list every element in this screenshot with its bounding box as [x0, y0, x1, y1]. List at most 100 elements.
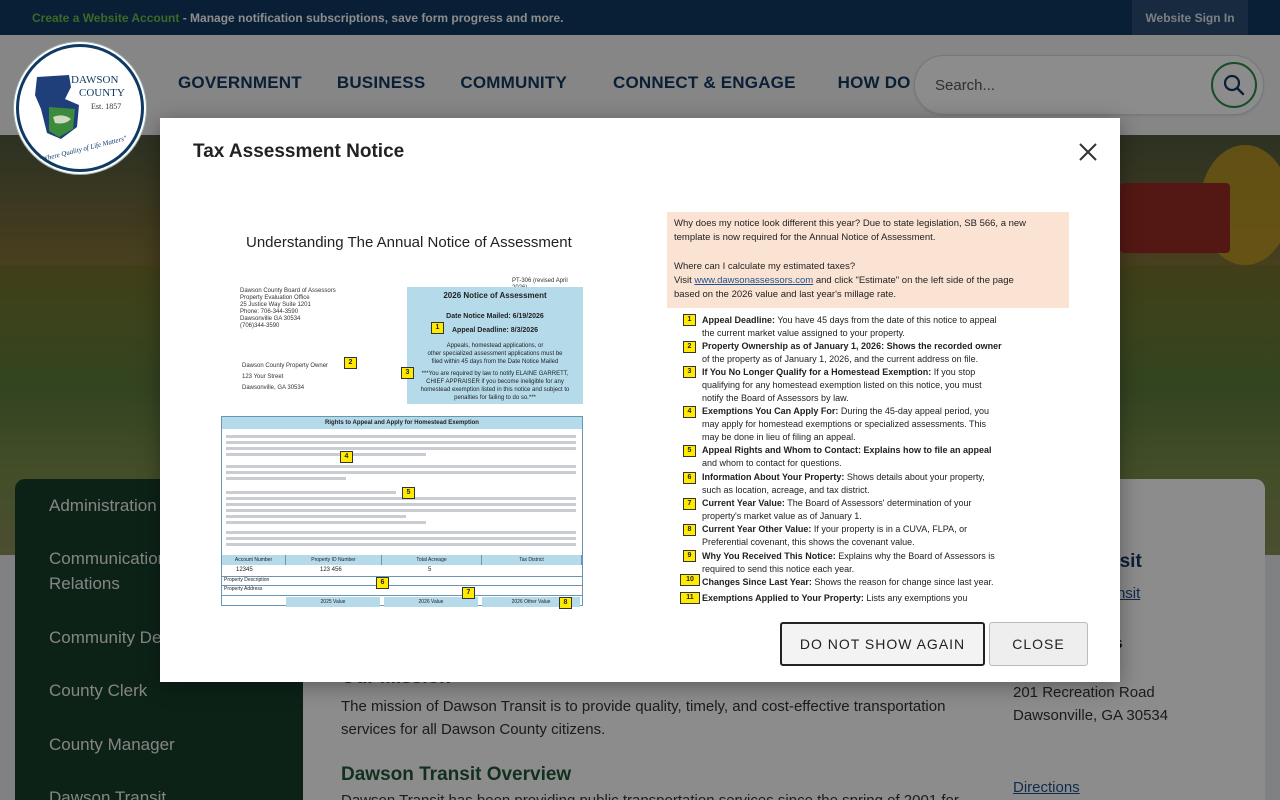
- item-badge: 4: [683, 406, 696, 418]
- item-title: Why You Received This Notice:: [702, 551, 836, 561]
- callout-badge: 5: [402, 487, 415, 499]
- close-button[interactable]: CLOSE: [989, 622, 1088, 666]
- table-header: Tax District: [482, 555, 582, 565]
- text-line: [226, 441, 576, 444]
- owner-line: Dawson County Property Owner: [242, 363, 329, 369]
- callout-badge: 7: [462, 587, 475, 599]
- row-label: Property Address: [224, 586, 263, 592]
- text-line: [226, 515, 406, 518]
- item-title: Changes Since Last Year:: [702, 577, 812, 587]
- item-text: notify the Board of Assessors by law.: [702, 393, 849, 403]
- text-line: [226, 509, 576, 512]
- table-header: Account Number: [222, 555, 286, 565]
- item-title: Appeal Rights and Whom to Contact: Expla…: [702, 445, 992, 455]
- faq-line: template is now required for the Annual …: [674, 232, 936, 243]
- text-line: [226, 521, 426, 524]
- item-title: Current Year Other Value:: [702, 524, 812, 534]
- faq-line: Visit www.dawsonassessors.com and click …: [674, 274, 1064, 288]
- county-logo[interactable]: DAWSON COUNTY Est. 1857 "Where Quality o…: [16, 44, 144, 172]
- callout-badge: 4: [340, 451, 353, 463]
- row-label: Property Description: [224, 577, 270, 583]
- explanation-item-6: Information About Your Property: Shows d…: [702, 471, 1062, 497]
- item-badge: 5: [683, 445, 696, 457]
- notice-box-line: other specialized assessment application…: [427, 351, 563, 357]
- explanation-item-10: Changes Since Last Year: Shows the reaso…: [702, 576, 1062, 589]
- property-table: Account Number Property ID Number Total …: [222, 555, 582, 609]
- callout-badge: 2: [344, 357, 357, 369]
- item-text: may apply for homestead exemptions or sp…: [702, 419, 986, 429]
- notice-heading: Understanding The Annual Notice of Asses…: [246, 234, 572, 251]
- text-line: [226, 447, 576, 450]
- text-line: [226, 543, 576, 546]
- rights-title: Rights to Appeal and Apply for Homestead…: [222, 417, 582, 429]
- notice-box-title: 2026 Notice of Assessment: [443, 291, 547, 300]
- item-badge: 11: [680, 592, 700, 604]
- text-line: [226, 503, 576, 506]
- rights-section: Rights to Appeal and Apply for Homestead…: [221, 416, 583, 609]
- explanation-item-8: Current Year Other Value: If your proper…: [702, 523, 1062, 549]
- logo-text-established: Est. 1857: [91, 102, 122, 111]
- explanation-item-5: Appeal Rights and Whom to Contact: Expla…: [702, 444, 1062, 470]
- item-text: The Board of Assessors' determination of…: [784, 498, 972, 508]
- text-line: [226, 491, 396, 494]
- explanation-item-1: Appeal Deadline: You have 45 days from t…: [702, 314, 1062, 340]
- office-line: Phone: 706-344-3590: [240, 309, 299, 315]
- text-line: [226, 435, 576, 438]
- item-badge: 1: [683, 314, 696, 326]
- notice-summary-box: 2026 Notice of Assessment Date Notice Ma…: [407, 287, 583, 404]
- property-id: 123 456: [320, 567, 342, 573]
- item-text: Explains why the Board of Assessors is: [835, 551, 995, 561]
- office-line: 25 Justice Way Suite 1201: [240, 302, 311, 308]
- notice-explanation: Why does my notice look different this y…: [667, 212, 1069, 604]
- item-text: and whom to contact for questions.: [702, 458, 842, 468]
- item-text: required to send this notice each year.: [702, 564, 855, 574]
- value-header: 2025 Value: [286, 597, 380, 607]
- item-badge: 8: [683, 524, 696, 536]
- explanation-item-3: If You No Longer Qualify for a Homestead…: [702, 366, 1062, 405]
- owner-line: Dawsonville, GA 30534: [242, 385, 305, 391]
- item-text: Shows details about your property,: [844, 472, 985, 482]
- item-text: Shows the reason for change since last y…: [811, 577, 994, 587]
- text-line: [226, 471, 576, 474]
- item-text: During the 45-day appeal period, you: [838, 406, 989, 416]
- item-text: such as location, acreage, and tax distr…: [702, 485, 870, 495]
- office-line: (706)344-3590: [240, 323, 280, 329]
- table-header: Total Acreage: [382, 555, 482, 565]
- item-text: of the property as of January 1, 2026, a…: [702, 354, 979, 364]
- notice-box-line: ***You are required by law to notify ELA…: [421, 371, 569, 377]
- callout-badge: 3: [401, 367, 414, 379]
- notice-image: Understanding The Annual Notice of Asses…: [220, 216, 584, 609]
- notice-box-line: filed within 45 days from the Date Notic…: [431, 359, 559, 365]
- logo-text-county: COUNTY: [79, 87, 125, 99]
- notice-box-line: homestead exemption listed in this notic…: [420, 387, 570, 393]
- faq-visit: Visit: [674, 275, 695, 286]
- notice-box-line: CHIEF APPRAISER if you become ineligible…: [426, 379, 564, 385]
- item-title: Current Year Value:: [702, 498, 785, 508]
- callout-badge: 8: [559, 597, 572, 609]
- item-badge: 10: [680, 574, 700, 586]
- logo-text-dawson: DAWSON: [71, 74, 119, 86]
- explanation-item-2: Property Ownership as of January 1, 2026…: [702, 340, 1062, 366]
- item-title: Exemptions You Can Apply For:: [702, 406, 839, 416]
- explanation-item-9: Why You Received This Notice: Explains w…: [702, 550, 1062, 576]
- item-title: If You No Longer Qualify for a Homestead…: [702, 367, 932, 377]
- callout-badge: 6: [376, 577, 389, 589]
- text-line: [226, 453, 426, 456]
- item-badge: 2: [683, 341, 696, 353]
- modal-close-button[interactable]: [1074, 138, 1102, 166]
- text-line: [226, 465, 576, 468]
- assessors-site-link[interactable]: www.dawsonassessors.com: [694, 275, 813, 286]
- item-title: Property Ownership as of January 1, 2026…: [702, 341, 1002, 351]
- item-text: If you stop: [931, 367, 976, 377]
- notice-faq-box: Why does my notice look different this y…: [667, 212, 1069, 308]
- do-not-show-again-button[interactable]: DO NOT SHOW AGAIN: [780, 622, 985, 666]
- office-line: Property Evaluation Office: [240, 295, 310, 301]
- item-text: Lists any exemptions you: [863, 593, 968, 603]
- modal-title: Tax Assessment Notice: [193, 141, 405, 162]
- item-text: You have 45 days from the date of this n…: [775, 315, 997, 325]
- table-header: Property ID Number: [286, 555, 382, 565]
- explanation-item-7: Current Year Value: The Board of Assesso…: [702, 497, 1062, 523]
- table-rule: [222, 585, 582, 586]
- item-title: Appeal Deadline:: [702, 315, 776, 325]
- callout-badge: 1: [431, 322, 444, 334]
